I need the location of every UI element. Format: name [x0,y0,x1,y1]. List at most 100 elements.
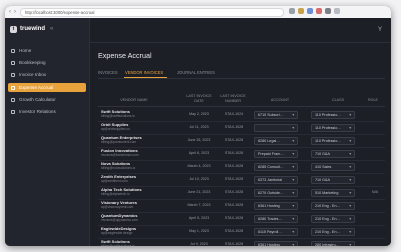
last-invoice-date: May 2, 2023 [189,112,209,116]
star-icon[interactable] [298,8,304,14]
vendor-email: billing@quantument.com [101,140,137,144]
sidebar-item-invoice-inbox[interactable]: Invoice Inbox [8,70,86,79]
account-select[interactable]: 6710 Subscri… ▼ [254,110,298,119]
table-row[interactable]: Alpha Tech Solutions billing@alphatech.io… [98,186,385,200]
last-invoice-number: STAX-1028 [224,151,244,155]
table-row[interactable]: Orbit Supplies ap@orbitsupplies.co Jul 11,… [98,121,385,135]
tab-vendor-invoices[interactable]: VENDOR INVOICES [125,69,163,76]
account-value: 6373 Janitorial [258,178,282,182]
class-value: 110 Professio… [315,139,341,143]
last-invoice-date: March 4, 2023 [187,164,211,168]
tab-invoices[interactable]: INVOICES [98,69,118,76]
brand-name: truewind [20,26,45,32]
chevron-down-icon: ▼ [291,152,295,156]
sidebar-item-home[interactable]: Home [8,46,86,55]
class-select[interactable]: 710 G&A ▼ [311,149,355,158]
vendor-email: ap@orbitsupplies.co [101,127,130,131]
account-select[interactable]: 6361 Hosting ▼ [254,201,298,210]
forward-icon[interactable]: › [14,8,16,16]
user-avatar[interactable]: Y [378,27,382,33]
table-row[interactable]: Fusion Innovations invoices@fusioninnov.c… [98,147,385,161]
back-icon[interactable]: ‹ [9,8,11,16]
last-invoice-date: March 7, 2023 [187,203,211,207]
table-row[interactable]: QuantumDynamics invoices@qdynamics.com Apr… [98,212,385,226]
last-invoice-date: June 26, 2023 [187,138,211,142]
table-row[interactable]: EaglewideDesigns ap@eaglewide.design May 1… [98,225,385,239]
shield-icon[interactable] [316,8,322,14]
table-row[interactable]: Nova Solutions billing@novasolutions.io Ma… [98,160,385,174]
last-invoice-date: April 5, 2023 [188,216,210,220]
account-select[interactable]: ▼ [254,123,298,132]
vendor-email: billing@novasolutions.io [101,166,136,170]
url-text: http://localhost:3000/expense-accrual [25,10,95,15]
table-row[interactable]: Visionary Ventures ap@visionaryvent.com Ma… [98,199,385,213]
account-value: Prepaid Fram… [258,152,285,156]
last-invoice-number: STAX-1028 [224,242,244,246]
account-value: 6710 Subscri… [258,113,284,117]
account-select[interactable]: 6280 Legal… ▼ [254,136,298,145]
chevron-down-icon: ▼ [348,230,352,234]
menu-icon[interactable] [334,8,340,14]
home-icon [11,48,15,53]
account-select[interactable]: 6270 Outside… ▼ [254,188,298,197]
collapse-sidebar-icon[interactable]: « [50,25,53,34]
class-select[interactable]: 210 Eng - En… ▼ [311,214,355,223]
account-select[interactable]: 6280 Trades… ▼ [254,214,298,223]
last-invoice-number: STAX-1028 [224,164,244,168]
chevron-down-icon: ▼ [291,178,295,182]
class-select[interactable]: 410 Sales ▼ [311,162,355,171]
class-select[interactable]: 210 Eng - En… ▼ [311,227,355,236]
chevron-down-icon: ▼ [348,113,352,117]
table-row[interactable]: Swift Solutions billing@swiftsolutions.io… [98,238,385,246]
sidebar-item-label: Investor Relations [19,109,56,114]
profile-icon[interactable] [325,8,331,14]
class-select[interactable]: 510 Marketing ▼ [311,188,355,197]
account-value: 6361 Hosting [258,204,280,208]
account-value: 6115 Payroll… [258,230,282,234]
table-row[interactable]: Swift Solutions billing@swiftsolutions.io… [98,108,385,122]
last-invoice-number: STAX-1024 [224,112,244,116]
account-select[interactable]: 6285 Consult… ▼ [254,162,298,171]
sidebar-item-label: Invoice Inbox [19,72,47,77]
logo-icon: t [10,26,17,33]
class-select[interactable]: 280 Infrastru… ▼ [311,240,355,246]
account-value: 6280 Trades… [258,217,283,221]
sidebar-item-growth-calculator[interactable]: Growth Calculator [8,95,86,104]
tab-journal-entries[interactable]: JOURNAL ENTRIES [177,69,215,76]
main-content: Y Expense Accrual INVOICES VENDOR INVOIC… [90,18,391,246]
class-value: 110 Professio… [315,113,341,117]
class-select[interactable]: 210 Eng - En… ▼ [311,201,355,210]
last-invoice-number: STAX-1028 [224,190,244,194]
table-row[interactable]: Zenith Enterprises ap@zenithent.com Jul 10… [98,173,385,187]
chevron-down-icon: ▼ [291,217,295,221]
account-select[interactable]: 6115 Payroll… ▼ [254,227,298,236]
chevron-down-icon: ▼ [291,243,295,246]
browser-window: ‹ › http://localhost:3000/expense-accrua… [5,6,391,246]
top-bar: Y [90,18,391,43]
table-row[interactable]: Quantum Enterprises billing@quantument.co… [98,134,385,148]
column-header-number: LAST INVOICE NUMBER [220,94,246,103]
last-invoice-date: June 21, 2023 [187,190,211,194]
refresh-icon[interactable] [289,8,295,14]
vendor-email: billing@alphatech.io [101,192,130,196]
class-select[interactable]: 110 Professio… ▼ [311,110,355,119]
account-select[interactable]: Prepaid Fram… ▼ [254,149,298,158]
sidebar-item-investor-relations[interactable]: Investor Relations [8,107,86,116]
class-select[interactable]: 110 Professio… ▼ [311,136,355,145]
class-select[interactable]: 710 G&A ▼ [311,175,355,184]
account-select[interactable]: 6361 Hosting ▼ [254,240,298,246]
account-select[interactable]: 6373 Janitorial ▼ [254,175,298,184]
sidebar-item-bookkeeping[interactable]: Bookkeeping [8,58,86,67]
class-value: 210 Eng - En… [315,230,341,234]
extension-icon[interactable] [307,8,313,14]
column-header-account: ACCOUNT [270,98,290,102]
account-value: 6280 Legal… [258,139,280,143]
last-invoice-date: Jul 9, 2023 [190,242,208,246]
chevron-down-icon: ▼ [291,113,295,117]
book-icon [11,60,15,65]
sidebar-item-expense-accrual[interactable]: Expense Accrual [8,83,86,92]
column-header-vendor: VENDOR NAME [120,98,148,102]
class-select[interactable]: 110 Professio… ▼ [311,123,355,132]
class-value: 710 G&A [315,152,330,156]
address-bar[interactable]: http://localhost:3000/expense-accrual [20,8,284,17]
